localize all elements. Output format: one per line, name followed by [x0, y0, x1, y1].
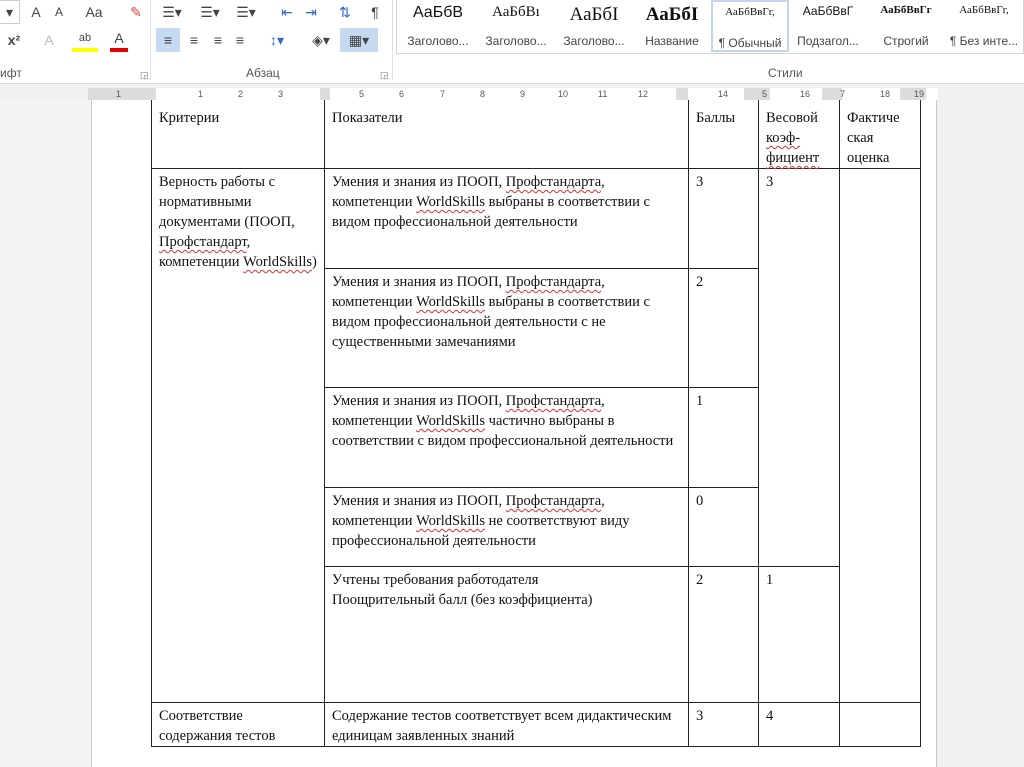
- paragraph-dialog-launcher[interactable]: ◲: [380, 70, 389, 81]
- actual-score-cell[interactable]: [839, 168, 921, 703]
- font-color-button[interactable]: A: [110, 28, 128, 52]
- superscript-button[interactable]: x²: [4, 28, 24, 52]
- weight-cell[interactable]: 3: [758, 168, 840, 567]
- shrink-font-button[interactable]: A: [50, 0, 68, 24]
- indicator-cell[interactable]: Учтены требования работодателя Поощритель…: [324, 566, 689, 703]
- line-spacing-icon[interactable]: ↕▾: [262, 28, 292, 52]
- score-cell[interactable]: 1: [688, 387, 759, 488]
- header-actual: Фактиче ская оценка: [839, 100, 921, 169]
- shading-icon[interactable]: ◈▾: [306, 28, 336, 52]
- style-heading1[interactable]: АаБбВ Заголово...: [399, 0, 477, 52]
- numbering-icon[interactable]: ☰▾: [196, 0, 224, 24]
- ribbon: ▾ A A Aa ✎ x² A ab A ифт ◲ ☰▾ ☰▾ ☰▾ ⇤ ⇥ …: [0, 0, 1024, 84]
- borders-icon[interactable]: ▦▾: [340, 28, 378, 52]
- styles-gallery: АаБбВ Заголово... АаБбВı Заголово... АаБбI…: [396, 0, 1024, 54]
- styles-group-label: Стили: [768, 66, 803, 80]
- show-formatting-icon[interactable]: ¶: [366, 0, 384, 24]
- ruler-number: 14: [718, 89, 729, 99]
- change-case-button[interactable]: Aa: [78, 0, 110, 24]
- header-score: Баллы: [688, 100, 759, 169]
- ruler-number: 5: [762, 89, 768, 99]
- ruler-number: 7: [440, 89, 446, 99]
- table-row: Верность работы с нормативными документа…: [151, 168, 921, 703]
- evaluation-table: Критерии Показатели Баллы Весовой коэф-фи…: [151, 100, 921, 747]
- style-strong[interactable]: АаБбВвГг Строгий: [867, 0, 945, 52]
- ruler-number: 1: [198, 89, 204, 99]
- ruler-number: 6: [399, 89, 405, 99]
- actual-score-cell[interactable]: [839, 702, 921, 747]
- score-cell[interactable]: 2: [688, 268, 759, 388]
- header-criteria: Критерии: [151, 100, 325, 169]
- clear-formatting-icon[interactable]: ✎: [126, 0, 146, 24]
- criterion-cell[interactable]: Соответствие содержания тестов: [151, 702, 325, 747]
- header-weight: Весовой коэф-фициент: [758, 100, 840, 169]
- document-page[interactable]: Критерии Показатели Баллы Весовой коэф-фи…: [91, 100, 937, 767]
- table-header-row: Критерии Показатели Баллы Весовой коэф-фи…: [151, 100, 921, 169]
- style-title[interactable]: АаБбI Название: [633, 0, 711, 52]
- score-cell[interactable]: 0: [688, 487, 759, 567]
- paragraph-group-label: Абзац: [246, 66, 280, 80]
- ruler-number: 12: [638, 89, 649, 99]
- ruler-number: 7: [840, 89, 846, 99]
- ruler-number: 1: [116, 89, 122, 99]
- ruler-number: 9: [520, 89, 526, 99]
- ruler-number: 5: [359, 89, 365, 99]
- style-heading2[interactable]: АаБбВı Заголово...: [477, 0, 555, 52]
- decrease-indent-icon[interactable]: ⇤: [276, 0, 298, 24]
- grow-font-button[interactable]: A: [26, 0, 46, 24]
- style-subtitle[interactable]: АаБбВвГ Подзагол...: [789, 0, 867, 52]
- table-row: Соответствие содержания тестов Содержани…: [151, 702, 921, 747]
- ruler-number: 3: [278, 89, 284, 99]
- font-group-label: ифт: [0, 66, 22, 80]
- align-center-icon[interactable]: ≡: [182, 28, 206, 52]
- multilevel-list-icon[interactable]: ☰▾: [232, 0, 260, 24]
- style-no-spacing[interactable]: АаБбВвГг, ¶ Без инте...: [945, 0, 1023, 52]
- indicator-cell[interactable]: Умения и знания из ПООП, Профстандарта, …: [324, 387, 689, 488]
- ruler-number: 10: [558, 89, 569, 99]
- align-left-icon[interactable]: ≡: [156, 28, 180, 52]
- weight-cell[interactable]: 1: [758, 566, 840, 703]
- weight-cell[interactable]: 4: [758, 702, 840, 747]
- ruler-number: 8: [480, 89, 486, 99]
- indicator-cell[interactable]: Умения и знания из ПООП, Профстандарта, …: [324, 487, 689, 567]
- criterion-cell[interactable]: Верность работы с нормативными документа…: [151, 168, 325, 703]
- score-cell[interactable]: 3: [688, 702, 759, 747]
- ruler-number: 2: [238, 89, 244, 99]
- style-normal[interactable]: АаБбВвГг, ¶ Обычный: [711, 0, 789, 52]
- text-effects-button[interactable]: A: [38, 28, 60, 52]
- horizontal-ruler[interactable]: 1 1 2 3 5 6 7 8 9 10 11 12 14 5 16 7 18 …: [88, 88, 938, 100]
- header-indicators: Показатели: [324, 100, 689, 169]
- highlight-button[interactable]: ab: [72, 28, 98, 52]
- ruler-number: 19: [914, 89, 925, 99]
- font-dialog-launcher[interactable]: ◲: [140, 70, 149, 81]
- indicator-cell[interactable]: Умения и знания из ПООП, Профстандарта, …: [324, 268, 689, 388]
- ruler-number: 11: [598, 89, 608, 99]
- justify-icon[interactable]: ≡: [228, 28, 252, 52]
- align-right-icon[interactable]: ≡: [206, 28, 230, 52]
- style-heading3[interactable]: АаБбI Заголово...: [555, 0, 633, 52]
- ruler-number: 16: [800, 89, 811, 99]
- indicator-cell[interactable]: Содержание тестов соответствует всем дид…: [324, 702, 689, 747]
- score-cell[interactable]: 2: [688, 566, 759, 703]
- font-size-dropdown[interactable]: ▾: [0, 0, 20, 24]
- increase-indent-icon[interactable]: ⇥: [300, 0, 322, 24]
- sort-icon[interactable]: ⇅: [334, 0, 356, 24]
- indicator-cell[interactable]: Умения и знания из ПООП, Профстандарта, …: [324, 168, 689, 269]
- ruler-number: 18: [880, 89, 891, 99]
- bullets-icon[interactable]: ☰▾: [158, 0, 186, 24]
- score-cell[interactable]: 3: [688, 168, 759, 269]
